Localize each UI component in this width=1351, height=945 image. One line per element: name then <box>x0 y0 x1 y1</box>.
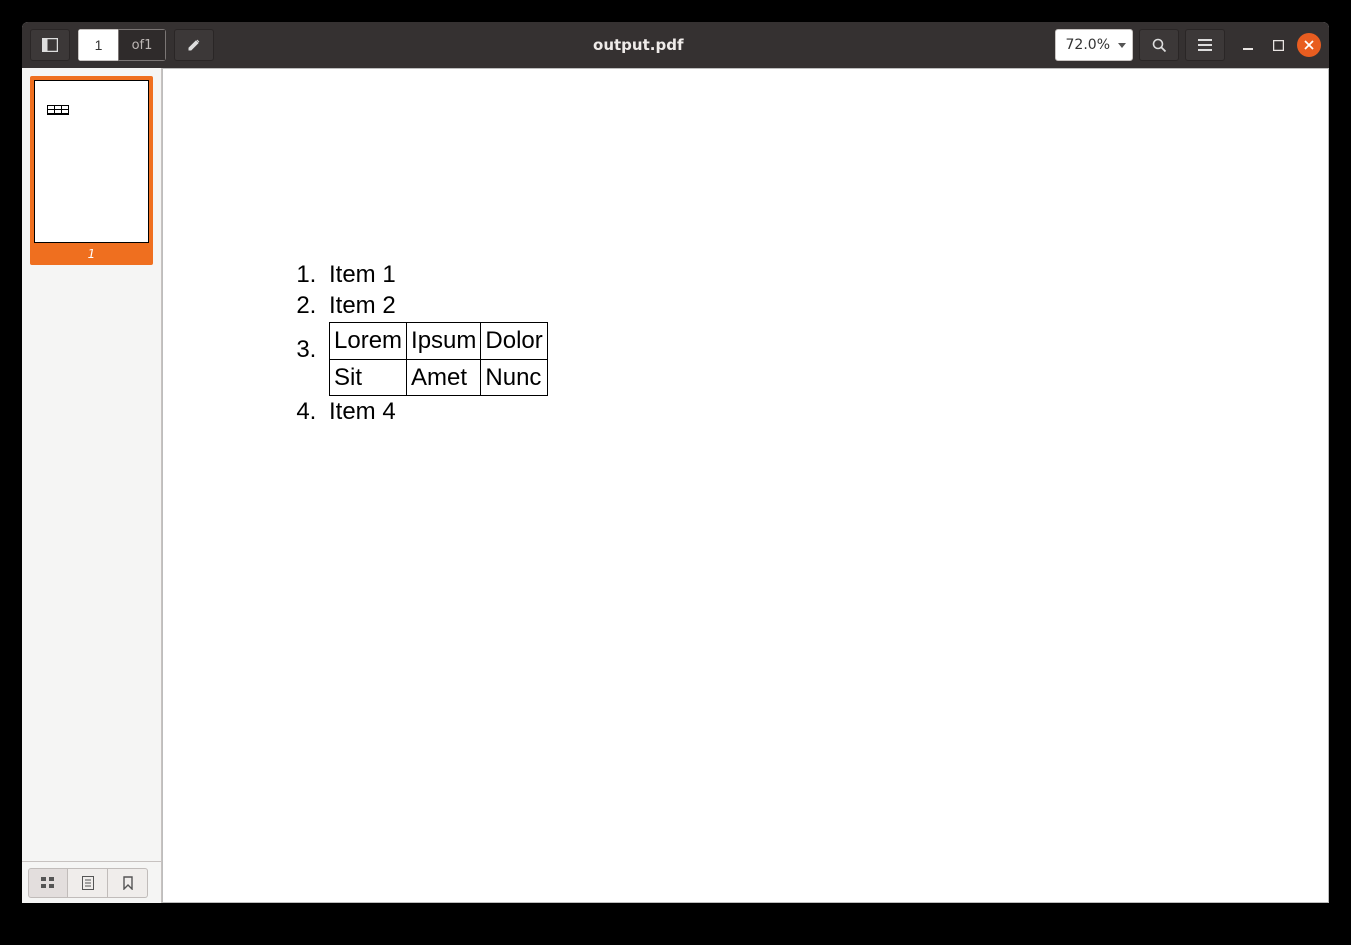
list-item-text: Item 1 <box>329 261 396 288</box>
document-content: Item 1 Item 2 Lorem Ipsum Dolor Sit Amet <box>163 69 1328 427</box>
sidebar-mode-switch <box>22 861 161 903</box>
hamburger-icon <box>1198 39 1212 51</box>
sidebar-icon <box>42 38 58 52</box>
document-view[interactable]: Item 1 Item 2 Lorem Ipsum Dolor Sit Amet <box>162 68 1329 903</box>
list-item-text: Item 4 <box>329 398 396 425</box>
bookmarks-view-button[interactable] <box>108 868 148 898</box>
thumbnail-mini-content <box>47 105 69 115</box>
window-controls <box>1237 33 1321 57</box>
list-item: Lorem Ipsum Dolor Sit Amet Nunc <box>323 322 1328 395</box>
page-number-control: of 1 <box>78 29 166 61</box>
search-button[interactable] <box>1139 29 1179 61</box>
list-item: Item 2 <box>323 290 1328 321</box>
maximize-button[interactable] <box>1267 34 1289 56</box>
ordered-list: Item 1 Item 2 Lorem Ipsum Dolor Sit Amet <box>283 259 1328 427</box>
thumbnails-view-button[interactable] <box>28 868 68 898</box>
table-cell: Nunc <box>481 359 547 395</box>
table-row: Sit Amet Nunc <box>330 359 548 395</box>
close-button[interactable] <box>1297 33 1321 57</box>
minimize-button[interactable] <box>1237 34 1259 56</box>
zoom-dropdown[interactable]: 72.0% <box>1055 29 1133 61</box>
outline-view-button[interactable] <box>68 868 108 898</box>
bookmark-icon <box>123 876 133 890</box>
thumbnail-selected[interactable]: 1 <box>30 76 153 265</box>
page-total-value: 1 <box>144 38 152 53</box>
maximize-icon <box>1273 40 1284 51</box>
sidebar: 1 <box>22 68 162 903</box>
chevron-down-icon <box>1118 43 1126 48</box>
list-item-text: Item 2 <box>329 292 396 319</box>
table-cell: Amet <box>407 359 481 395</box>
table-cell: Sit <box>330 359 407 395</box>
pencil-icon <box>187 38 201 52</box>
minimize-icon <box>1242 39 1254 51</box>
zoom-value: 72.0% <box>1066 37 1110 53</box>
toggle-sidebar-button[interactable] <box>30 29 70 61</box>
annotate-button[interactable] <box>174 29 214 61</box>
document-title: output.pdf <box>222 36 1055 54</box>
pdf-viewer-window: of 1 output.pdf 72.0% <box>22 22 1329 903</box>
table-cell: Dolor <box>481 323 547 359</box>
menu-button[interactable] <box>1185 29 1225 61</box>
page-number-input[interactable] <box>78 29 118 61</box>
page-total-prefix: of <box>132 38 145 53</box>
list-item: Item 4 <box>323 396 1328 427</box>
outline-icon <box>82 876 94 890</box>
toolbar-right: 72.0% <box>1055 29 1321 61</box>
page-total-label: of 1 <box>118 29 166 61</box>
grid-icon <box>41 877 55 889</box>
thumbnail-page-preview <box>34 80 149 243</box>
embedded-table: Lorem Ipsum Dolor Sit Amet Nunc <box>329 322 548 395</box>
table-cell: Ipsum <box>407 323 481 359</box>
list-item: Item 1 <box>323 259 1328 290</box>
toolbar: of 1 output.pdf 72.0% <box>22 22 1329 68</box>
search-icon <box>1152 38 1167 53</box>
close-icon <box>1304 40 1314 50</box>
thumbnail-panel: 1 <box>22 68 161 861</box>
table-cell: Lorem <box>330 323 407 359</box>
viewer-body: 1 <box>22 68 1329 903</box>
thumbnail-page-number: 1 <box>88 247 96 261</box>
table-row: Lorem Ipsum Dolor <box>330 323 548 359</box>
